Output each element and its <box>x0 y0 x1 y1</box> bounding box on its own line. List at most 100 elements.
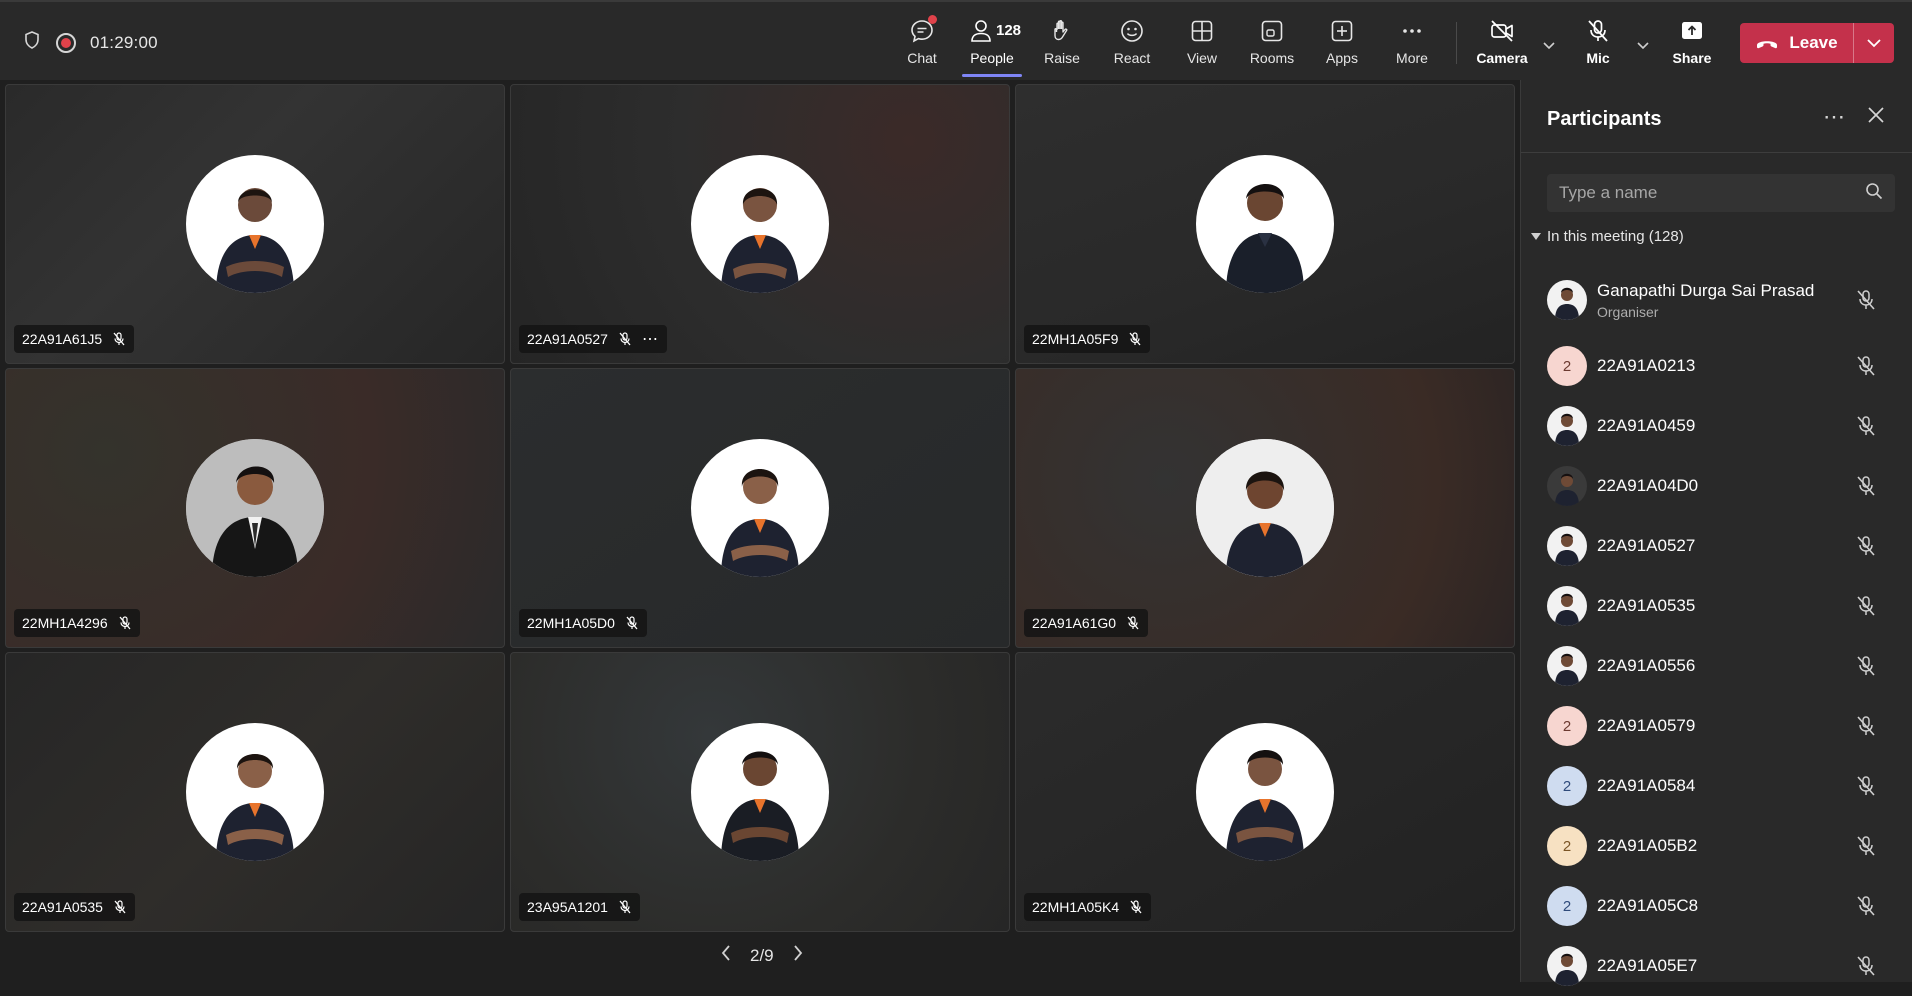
participant-text: 22A91A0459 <box>1597 416 1695 436</box>
participant-nametag: 22A91A61J5 <box>14 325 135 353</box>
participant-name: 22A91A0584 <box>1597 776 1696 795</box>
avatar <box>1547 586 1587 626</box>
camera-options-chevron-icon[interactable] <box>1542 38 1556 54</box>
mic-off-icon[interactable] <box>1855 355 1877 377</box>
participant-text: Ganapathi Durga Sai Prasad Organiser <box>1597 281 1814 320</box>
participant-name: 22A91A0535 <box>1597 596 1696 615</box>
mic-off-icon <box>1588 20 1608 42</box>
participant-text: 22A91A0584 <box>1597 776 1695 796</box>
apps-button[interactable]: Apps <box>1310 18 1374 74</box>
add-apps-icon <box>1331 20 1353 42</box>
participant-name: 22A91A0459 <box>1597 416 1696 435</box>
raise-hand-button[interactable]: Raise <box>1030 18 1094 74</box>
previous-page-chevron-icon[interactable] <box>720 944 732 968</box>
mic-off-icon <box>1129 332 1141 346</box>
mic-off-icon <box>113 332 125 346</box>
leave-options-chevron-icon[interactable] <box>1854 23 1894 63</box>
participant-row[interactable]: 2 22A91A05B2 <box>1521 816 1912 876</box>
mic-options-chevron-icon[interactable] <box>1636 38 1650 54</box>
avatar: 2 <box>1547 886 1587 926</box>
participant-name: 22MH1A05F9 <box>1032 331 1119 347</box>
share-button[interactable]: Share <box>1660 18 1724 74</box>
participant-nametag: 22A91A0535 <box>14 893 135 921</box>
camera-button[interactable]: Camera <box>1470 18 1534 74</box>
video-tile[interactable]: 22MH1A05K4 <box>1015 652 1515 932</box>
avatar: 2 <box>1547 766 1587 806</box>
video-tile[interactable]: 22A91A0527 ⋯ <box>510 84 1010 364</box>
participant-row[interactable]: 2 22A91A05C8 <box>1521 876 1912 936</box>
mic-off-icon[interactable] <box>1855 835 1877 857</box>
mic-off-icon[interactable] <box>1855 415 1877 437</box>
mic-off-icon[interactable] <box>1855 655 1877 677</box>
next-page-chevron-icon[interactable] <box>792 944 804 968</box>
video-tile[interactable]: 23A95A1201 <box>510 652 1010 932</box>
video-tile[interactable]: 22A91A0535 <box>5 652 505 932</box>
people-icon <box>971 20 991 42</box>
participant-row[interactable]: 2 22A91A0213 <box>1521 336 1912 396</box>
participant-name: 22A91A61G0 <box>1032 615 1117 631</box>
mic-button[interactable]: Mic <box>1566 18 1630 74</box>
avatar-initial: 2 <box>1562 897 1572 915</box>
panel-title: Participants <box>1547 108 1662 130</box>
meeting-timer: 01:29:00 <box>90 32 158 52</box>
more-button[interactable]: More <box>1380 18 1444 74</box>
participant-row[interactable]: 22A91A0459 <box>1521 396 1912 456</box>
mic-off-icon[interactable] <box>1855 595 1877 617</box>
people-active-indicator <box>962 74 1022 77</box>
mic-label: Mic <box>1586 50 1610 66</box>
react-button[interactable]: React <box>1100 18 1164 74</box>
participant-row[interactable]: 2 22A91A0579 <box>1521 696 1912 756</box>
participant-row[interactable]: 22A91A04D0 <box>1521 456 1912 516</box>
participant-nametag: 22MH1A05D0 <box>519 609 647 637</box>
search-icon[interactable] <box>1865 182 1883 205</box>
participant-text: 22A91A0556 <box>1597 656 1695 676</box>
mic-off-icon[interactable] <box>1855 535 1877 557</box>
leave-main-button[interactable]: Leave <box>1740 23 1853 63</box>
mic-off-icon[interactable] <box>1855 289 1877 311</box>
rooms-button[interactable]: Rooms <box>1240 18 1304 74</box>
mic-off-icon[interactable] <box>1855 955 1877 977</box>
participant-row[interactable]: 22A91A0556 <box>1521 636 1912 696</box>
chat-button[interactable]: Chat <box>890 18 954 74</box>
participant-row[interactable]: 22A91A0535 <box>1521 576 1912 636</box>
chat-notification-badge <box>928 15 937 24</box>
participant-nametag: 22A91A61G0 <box>1024 609 1149 637</box>
rooms-icon <box>1261 20 1283 42</box>
participant-nametag: 23A95A1201 <box>519 893 640 921</box>
raise-label: Raise <box>1044 50 1080 66</box>
collapse-triangle-icon <box>1531 233 1541 240</box>
hand-icon <box>1054 20 1068 41</box>
close-icon[interactable] <box>1867 106 1885 129</box>
video-tile[interactable]: 22MH1A05F9 <box>1015 84 1515 364</box>
people-label: People <box>970 50 1014 66</box>
mic-off-icon[interactable] <box>1855 895 1877 917</box>
tile-more-options-icon[interactable]: ⋯ <box>642 329 659 349</box>
shield-icon[interactable] <box>22 30 42 55</box>
participant-name: 22A91A0527 <box>1597 536 1696 555</box>
meeting-info: 01:29:00 <box>22 30 158 55</box>
participant-row[interactable]: 22A91A05E7 <box>1521 936 1912 996</box>
panel-more-options-icon[interactable]: ⋯ <box>1823 104 1845 130</box>
video-tile[interactable]: 22A91A61G0 <box>1015 368 1515 648</box>
participant-name: 22A91A0213 <box>1597 356 1696 375</box>
video-tile[interactable]: 22A91A61J5 <box>5 84 505 364</box>
participant-row[interactable]: 2 22A91A0584 <box>1521 756 1912 816</box>
search-input[interactable] <box>1559 183 1865 203</box>
camera-off-icon <box>1491 20 1513 42</box>
video-tile[interactable]: 22MH1A05D0 <box>510 368 1010 648</box>
participant-avatar <box>691 155 829 293</box>
leave-button[interactable]: Leave <box>1740 23 1894 63</box>
in-meeting-section-toggle[interactable]: In this meeting (128) <box>1531 228 1684 245</box>
avatar <box>1547 946 1587 986</box>
rooms-label: Rooms <box>1249 50 1295 66</box>
participant-role: Organiser <box>1597 303 1659 320</box>
video-tile[interactable]: 22MH1A4296 <box>5 368 505 648</box>
mic-off-icon[interactable] <box>1855 475 1877 497</box>
mic-off-icon[interactable] <box>1855 775 1877 797</box>
avatar <box>1547 526 1587 566</box>
mic-off-icon <box>119 616 131 630</box>
mic-off-icon[interactable] <box>1855 715 1877 737</box>
participant-row[interactable]: Ganapathi Durga Sai Prasad Organiser <box>1521 264 1912 336</box>
participant-row[interactable]: 22A91A0527 <box>1521 516 1912 576</box>
view-button[interactable]: View <box>1170 18 1234 74</box>
